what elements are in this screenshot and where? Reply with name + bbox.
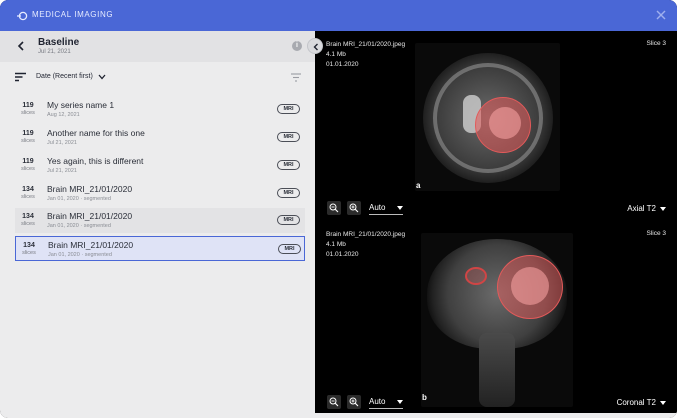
slice-indicator: Slice 3 [646, 230, 666, 237]
series-row[interactable]: 119 slices Yes again, this is different J… [15, 153, 305, 178]
series-name: My series name 1 [47, 100, 115, 110]
image-tag: a [416, 181, 421, 190]
zoom-in-icon [349, 203, 359, 213]
viewer-coronal[interactable]: Brain MRI_21/01/2020.jpeg 4.1 Mb 01.01.2… [315, 221, 677, 413]
slice-count: 119 slices [21, 130, 35, 144]
chevron-down-icon [660, 206, 666, 211]
modality-badge: MRI [277, 132, 300, 142]
image-file-size: 4.1 Mb [326, 51, 346, 58]
mri-image-axial[interactable]: a [415, 43, 560, 191]
study-title: Baseline [38, 37, 80, 48]
zoom-in-button[interactable] [347, 395, 361, 409]
series-name: Brain MRI_21/01/2020 [47, 184, 133, 194]
app-window: MEDICAL IMAGING Baseline Jul 21, 2021 i … [0, 0, 677, 418]
filter-icon[interactable] [291, 73, 301, 82]
series-name: Another name for this one [47, 128, 145, 138]
image-date: 01.01.2020 [326, 251, 359, 258]
image-meta: Brain MRI_21/01/2020.jpeg 4.1 Mb 01.01.2… [326, 230, 405, 260]
modality-badge: MRI [277, 188, 300, 198]
close-icon[interactable] [655, 9, 667, 21]
chevron-down-icon[interactable] [98, 74, 106, 80]
modality-badge: MRI [277, 104, 300, 114]
app-title: MEDICAL IMAGING [32, 10, 114, 19]
image-file-size: 4.1 Mb [326, 241, 346, 248]
series-panel: Baseline Jul 21, 2021 i Date (Recent fir… [0, 31, 315, 413]
modality-badge: MRI [277, 215, 300, 225]
image-file-name: Brain MRI_21/01/2020.jpeg [326, 231, 406, 238]
zoom-out-button[interactable] [327, 395, 341, 409]
series-row[interactable]: 119 slices My series name 1 Aug 12, 2021 … [15, 97, 305, 122]
slice-indicator: Slice 3 [646, 40, 666, 47]
bottom-strip [0, 413, 677, 418]
zoom-select[interactable]: Auto [369, 203, 403, 215]
series-name: Yes again, this is different [47, 156, 144, 166]
study-header: Baseline Jul 21, 2021 i [0, 31, 315, 62]
brainstem [479, 333, 515, 407]
series-meta: Jan 01, 2020 · segmented [47, 223, 111, 229]
chevron-down-icon [397, 206, 403, 210]
series-name: Brain MRI_21/01/2020 [48, 240, 134, 250]
chevron-left-icon [313, 43, 318, 51]
zoom-select[interactable]: Auto [369, 397, 403, 409]
chevron-down-icon [660, 400, 666, 405]
logo-icon [17, 11, 28, 21]
back-icon[interactable] [15, 40, 27, 52]
zoom-in-button[interactable] [347, 201, 361, 215]
image-file-name: Brain MRI_21/01/2020.jpeg [326, 41, 406, 48]
info-icon[interactable]: i [292, 41, 302, 51]
zoom-out-icon [329, 203, 339, 213]
segmentation-core [511, 267, 549, 305]
sort-dropdown[interactable]: Date (Recent first) [36, 73, 93, 80]
slice-count: 134 slices [22, 242, 36, 256]
mri-image-coronal[interactable]: b [421, 233, 573, 407]
image-date: 01.01.2020 [326, 61, 359, 68]
series-row-selected[interactable]: 134 slices Brain MRI_21/01/2020 Jan 01, 2… [15, 236, 305, 261]
series-meta: Jul 21, 2021 [47, 168, 77, 174]
slice-count: 134 slices [21, 213, 35, 227]
plane-select[interactable]: Coronal T2 [617, 398, 666, 407]
title-bar: MEDICAL IMAGING [0, 0, 677, 31]
sort-bar: Date (Recent first) [0, 62, 315, 94]
plane-value: Coronal T2 [616, 398, 656, 407]
image-tag: b [422, 393, 427, 402]
series-meta: Jul 21, 2021 [47, 140, 77, 146]
zoom-out-button[interactable] [327, 201, 341, 215]
segmentation-core [489, 107, 521, 139]
sort-icon[interactable] [15, 72, 26, 82]
series-meta: Aug 12, 2021 [47, 112, 80, 118]
viewer-axial[interactable]: Brain MRI_21/01/2020.jpeg 4.1 Mb 01.01.2… [315, 31, 677, 221]
modality-badge: MRI [277, 160, 300, 170]
slice-count: 119 slices [21, 158, 35, 172]
image-meta: Brain MRI_21/01/2020.jpeg 4.1 Mb 01.01.2… [326, 40, 405, 70]
series-row[interactable]: 134 slices Brain MRI_21/01/2020 Jan 01, 2… [15, 208, 305, 233]
study-date: Jul 21, 2021 [38, 49, 71, 55]
segmentation-lesion [465, 267, 487, 285]
series-row[interactable]: 119 slices Another name for this one Jul … [15, 125, 305, 150]
series-row[interactable]: 134 slices Brain MRI_21/01/2020 Jan 01, 2… [15, 181, 305, 206]
slice-count: 134 slices [21, 186, 35, 200]
zoom-value: Auto [369, 397, 386, 406]
slice-count: 119 slices [21, 102, 35, 116]
series-meta: Jan 01, 2020 · segmented [48, 252, 112, 258]
zoom-out-icon [329, 397, 339, 407]
plane-value: Axial T2 [627, 204, 656, 213]
zoom-value: Auto [369, 203, 386, 212]
plane-select[interactable]: Axial T2 [627, 204, 666, 213]
collapse-panel-button[interactable] [307, 38, 323, 54]
series-name: Brain MRI_21/01/2020 [47, 211, 133, 221]
chevron-down-icon [397, 400, 403, 404]
zoom-in-icon [349, 397, 359, 407]
modality-badge: MRI [278, 244, 301, 254]
series-meta: Jan 01, 2020 · segmented [47, 196, 111, 202]
